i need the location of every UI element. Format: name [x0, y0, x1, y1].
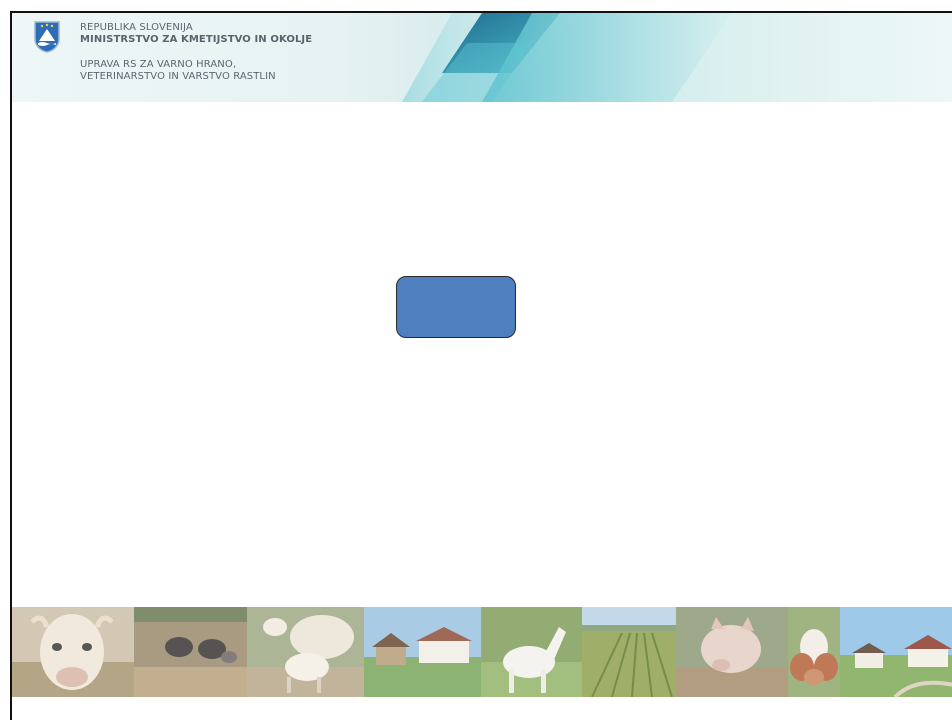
- organization-text: REPUBLIKA SLOVENIJA MINISTRSTVO ZA KMETI…: [80, 22, 312, 83]
- slovenia-crest-icon: [34, 21, 60, 53]
- crop-field-image: [582, 607, 676, 697]
- calf-image: [788, 607, 840, 697]
- header-banner: REPUBLIKA SLOVENIJA MINISTRSTVO ZA KMETI…: [12, 13, 952, 102]
- sheep-image: [247, 607, 364, 697]
- horse-image: [481, 607, 582, 697]
- village-image: [840, 607, 952, 697]
- pigs-image: [134, 607, 247, 697]
- org-line-1: REPUBLIKA SLOVENIJA: [80, 22, 193, 33]
- blue-rounded-rectangle[interactable]: [396, 276, 516, 338]
- photo-strip: [12, 607, 952, 697]
- org-line-3: UPRAVA RS ZA VARNO HRANO,: [80, 59, 237, 70]
- org-line-4: VETERINARSTVO IN VARSTVO RASTLIN: [80, 71, 276, 82]
- pig-image: [676, 607, 788, 697]
- slide: REPUBLIKA SLOVENIJA MINISTRSTVO ZA KMETI…: [10, 11, 952, 720]
- org-line-2: MINISTRSTVO ZA KMETIJSTVO IN OKOLJE: [80, 34, 313, 45]
- farmhouse-image: [364, 607, 481, 697]
- cow-image: [12, 607, 134, 697]
